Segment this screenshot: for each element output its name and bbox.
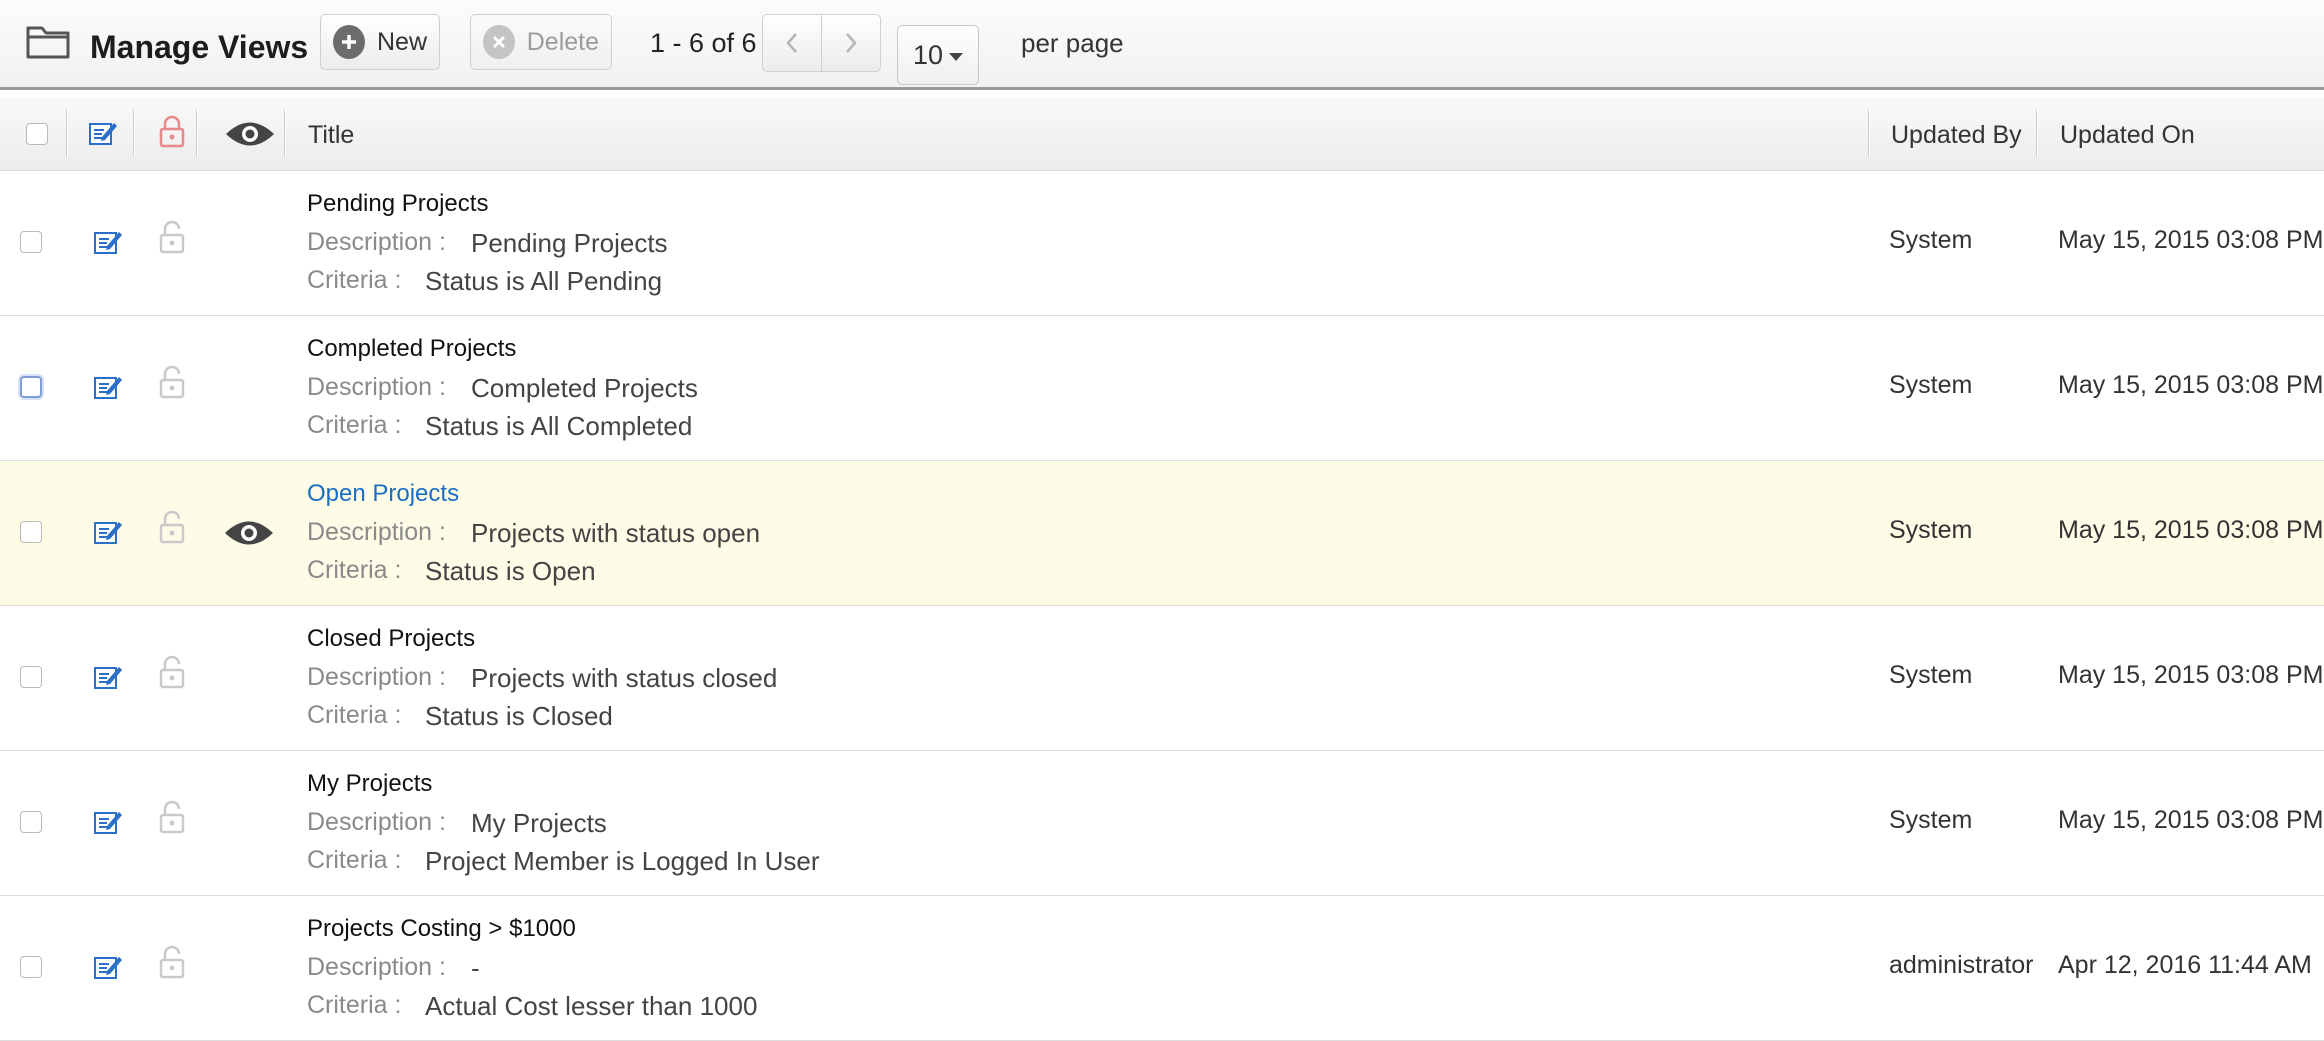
updated-by-cell: administrator xyxy=(1889,951,2034,979)
table-header: Title Updated By Updated On xyxy=(0,97,2324,171)
description-value: My Projects xyxy=(471,808,607,838)
folder-icon xyxy=(26,26,70,59)
updated-on-cell: May 15, 2015 03:08 PM xyxy=(2058,516,2324,544)
edit-icon[interactable] xyxy=(93,808,123,836)
description-value: Projects with status open xyxy=(471,518,761,548)
criteria-label: Criteria : xyxy=(307,556,402,584)
edit-icon[interactable] xyxy=(93,373,123,401)
view-title[interactable]: My Projects xyxy=(307,770,432,798)
eye-icon xyxy=(226,122,274,146)
header-divider xyxy=(66,109,68,157)
table-row[interactable]: My Projects Description : My Projects Cr… xyxy=(0,751,2324,896)
criteria-value: Status is Open xyxy=(425,556,596,586)
per-page-label: per page xyxy=(1021,28,1124,58)
table-row[interactable]: Pending Projects Description : Pending P… xyxy=(0,171,2324,316)
description-label: Description : xyxy=(307,808,446,836)
criteria-value: Actual Cost lesser than 1000 xyxy=(425,991,758,1021)
delete-button[interactable]: Delete xyxy=(470,14,612,70)
toolbar: Manage Views New Delete 1 - 6 of 6 10 pe… xyxy=(0,0,2324,90)
criteria-label: Criteria : xyxy=(307,411,402,439)
pagination-range: 1 - 6 of 6 xyxy=(650,28,757,58)
x-circle-icon xyxy=(483,25,515,59)
criteria-value: Status is Closed xyxy=(425,701,613,731)
row-checkbox[interactable] xyxy=(20,231,42,253)
criteria-value: Project Member is Logged In User xyxy=(425,846,820,876)
lock-icon xyxy=(159,115,185,148)
select-all-checkbox[interactable] xyxy=(26,123,48,145)
updated-by-cell: System xyxy=(1889,371,1973,399)
updated-by-cell: System xyxy=(1889,661,1973,689)
view-title[interactable]: Projects Costing > $1000 xyxy=(307,915,576,943)
caret-down-icon xyxy=(949,52,964,61)
chevron-right-icon xyxy=(846,33,857,53)
table-row[interactable]: Open Projects Description : Projects wit… xyxy=(0,461,2324,606)
row-checkbox[interactable] xyxy=(20,956,42,978)
description-label: Description : xyxy=(307,518,446,546)
updated-on-cell: May 15, 2015 03:08 PM xyxy=(2058,371,2324,399)
eye-icon[interactable] xyxy=(223,518,275,548)
criteria-label: Criteria : xyxy=(307,846,402,874)
new-button[interactable]: New xyxy=(320,14,440,70)
view-title[interactable]: Closed Projects xyxy=(307,625,475,653)
table-row[interactable]: Projects Costing > $1000 Description : -… xyxy=(0,896,2324,1041)
per-page-select[interactable]: 10 xyxy=(897,25,979,85)
edit-icon[interactable] xyxy=(93,953,123,981)
row-checkbox[interactable] xyxy=(20,666,42,688)
description-label: Description : xyxy=(307,953,446,981)
chevron-left-icon xyxy=(786,33,797,53)
view-title[interactable]: Completed Projects xyxy=(307,335,516,363)
unlock-icon xyxy=(159,945,185,979)
edit-icon[interactable] xyxy=(93,518,123,546)
edit-icon[interactable] xyxy=(93,663,123,691)
unlock-icon xyxy=(159,510,185,544)
unlock-icon xyxy=(159,800,185,834)
column-updated-on[interactable]: Updated On xyxy=(2060,121,2195,150)
header-divider xyxy=(284,109,286,157)
unlock-icon xyxy=(159,365,185,399)
updated-by-cell: System xyxy=(1889,516,1973,544)
table-row[interactable]: Completed Projects Description : Complet… xyxy=(0,316,2324,461)
updated-on-cell: May 15, 2015 03:08 PM xyxy=(2058,226,2324,254)
row-checkbox[interactable] xyxy=(20,521,42,543)
description-value: - xyxy=(471,953,480,983)
criteria-label: Criteria : xyxy=(307,701,402,729)
description-label: Description : xyxy=(307,373,446,401)
header-divider xyxy=(133,109,135,157)
criteria-value: Status is All Pending xyxy=(425,266,663,296)
prev-page-button[interactable] xyxy=(762,14,822,72)
column-title[interactable]: Title xyxy=(308,121,354,150)
view-title[interactable]: Open Projects xyxy=(307,480,459,508)
updated-on-cell: May 15, 2015 03:08 PM xyxy=(2058,661,2324,689)
edit-icon xyxy=(89,123,117,145)
criteria-value: Status is All Completed xyxy=(425,411,693,441)
unlock-icon xyxy=(159,655,185,689)
new-button-label: New xyxy=(376,27,427,56)
description-label: Description : xyxy=(307,663,446,691)
unlock-icon xyxy=(159,220,185,254)
header-divider xyxy=(196,109,198,157)
delete-button-label: Delete xyxy=(526,27,599,56)
row-checkbox[interactable] xyxy=(20,811,42,833)
description-value: Completed Projects xyxy=(471,373,698,403)
column-updated-by[interactable]: Updated By xyxy=(1891,121,2022,150)
edit-icon[interactable] xyxy=(93,228,123,256)
updated-by-cell: System xyxy=(1889,806,1973,834)
plus-circle-icon xyxy=(333,25,365,59)
page-title: Manage Views xyxy=(90,29,309,65)
updated-on-cell: May 15, 2015 03:08 PM xyxy=(2058,806,2324,834)
header-divider xyxy=(2036,109,2038,157)
description-value: Pending Projects xyxy=(471,228,668,258)
updated-on-cell: Apr 12, 2016 11:44 AM xyxy=(2058,951,2312,979)
header-divider xyxy=(1868,109,1870,157)
description-value: Projects with status closed xyxy=(471,663,778,693)
criteria-label: Criteria : xyxy=(307,266,402,294)
per-page-value: 10 xyxy=(912,39,944,70)
description-label: Description : xyxy=(307,228,446,256)
next-page-button[interactable] xyxy=(821,14,881,72)
view-title[interactable]: Pending Projects xyxy=(307,190,488,218)
updated-by-cell: System xyxy=(1889,226,1973,254)
criteria-label: Criteria : xyxy=(307,991,402,1019)
table-row[interactable]: Closed Projects Description : Projects w… xyxy=(0,606,2324,751)
row-checkbox[interactable] xyxy=(20,376,42,398)
